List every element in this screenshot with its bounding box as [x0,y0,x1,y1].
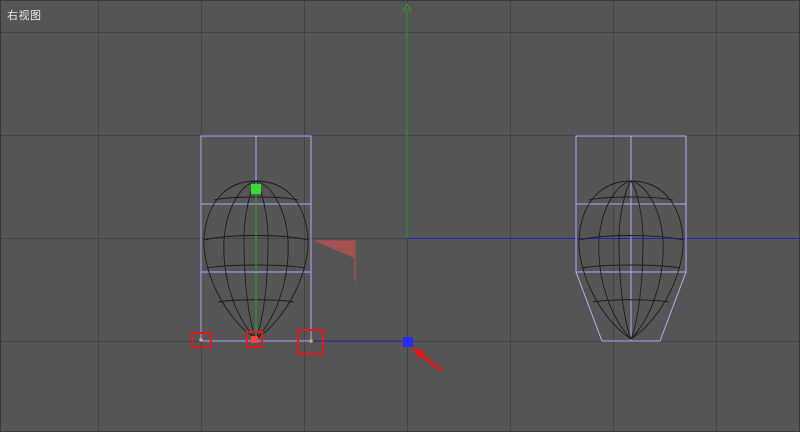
world-y-axis [402,2,412,238]
arrow-pointer-icon [412,347,443,372]
viewport-label[interactable]: 右视图 [7,7,42,23]
green-handle[interactable] [251,184,261,194]
blue-handle[interactable] [403,337,413,347]
viewport-scene[interactable] [0,0,800,432]
right-viewport[interactable]: 右视图 [0,0,800,432]
grid [0,0,800,432]
gizmo-flag[interactable] [315,240,356,281]
